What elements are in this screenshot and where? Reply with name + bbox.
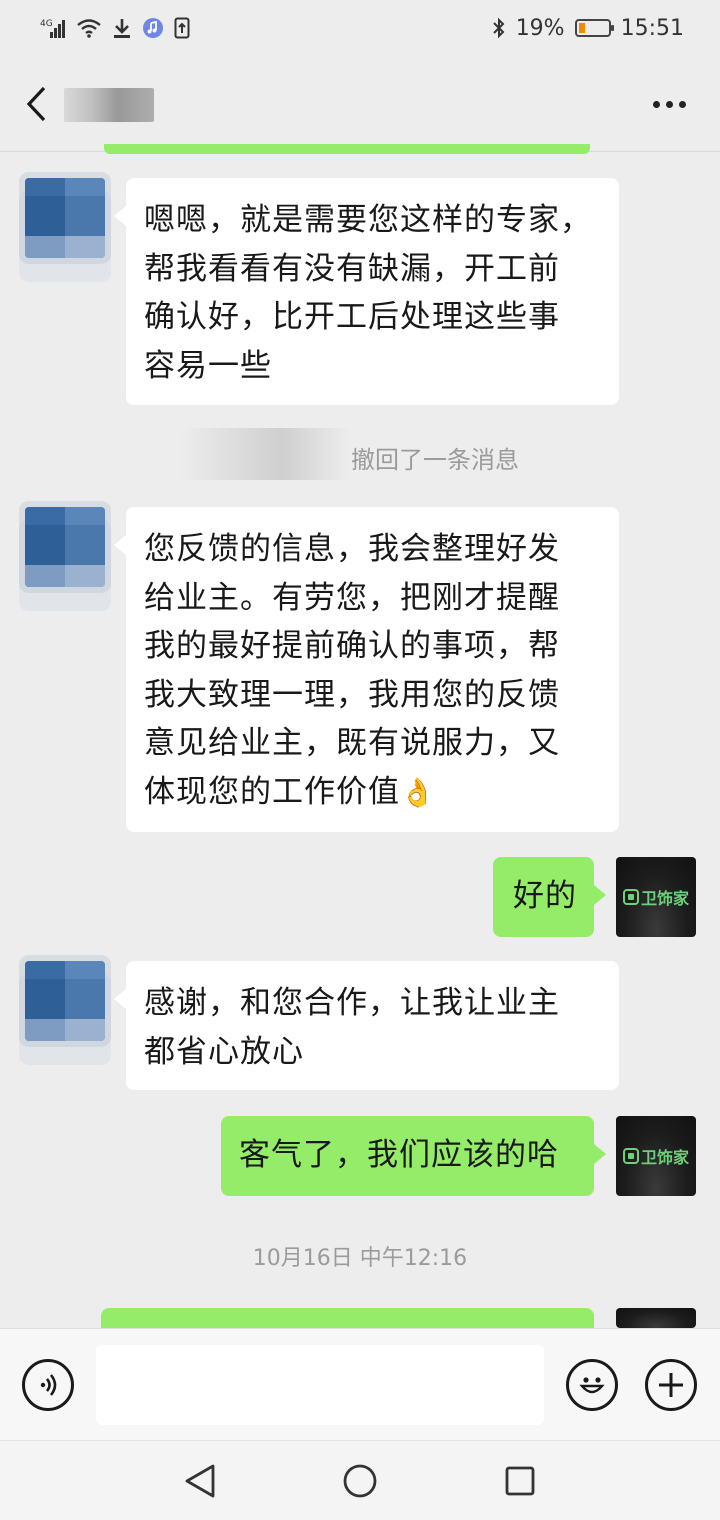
self-avatar[interactable]: 卫饰家	[616, 857, 696, 937]
home-circle-icon	[343, 1464, 377, 1498]
timestamp: 10月16日 中午12:16	[252, 1246, 468, 1271]
recall-notice-text: 撤回了一条消息	[351, 446, 519, 474]
battery-percent: 19%	[515, 15, 565, 41]
contact-avatar[interactable]	[25, 507, 105, 587]
nav-home-button[interactable]	[340, 1461, 380, 1501]
logo-icon	[622, 1148, 639, 1164]
back-button[interactable]	[24, 74, 64, 134]
voice-icon	[40, 1374, 57, 1396]
self-avatar[interactable]: 卫饰家	[616, 1116, 696, 1196]
message-input[interactable]	[96, 1345, 544, 1425]
logo-icon	[622, 889, 639, 905]
status-left: 4G	[40, 17, 190, 39]
self-avatar-logo-text: 卫饰家	[640, 1148, 689, 1167]
voice-button[interactable]	[22, 1359, 74, 1411]
plus-button[interactable]	[645, 1359, 697, 1411]
contact-name-blurred	[64, 88, 154, 122]
more-dots-icon	[652, 100, 660, 108]
plus-icon	[659, 1373, 683, 1397]
message-text: 您反馈的信息，我会整理好发 给业主。有劳您，把刚才提醒 我的最好提前确认的事项，…	[144, 531, 560, 810]
chat-header	[0, 56, 720, 152]
self-avatar-logo-text: 卫饰家	[640, 889, 689, 908]
message-bubble-self[interactable]: 客气了，我们应该的哈	[221, 1116, 606, 1196]
recall-notice: 撤回了一条消息	[0, 440, 720, 475]
status-bar: 4G 19% 15:51	[0, 0, 720, 56]
input-bar	[0, 1328, 720, 1440]
ok-hand-emoji: 👌	[400, 775, 436, 809]
recent-square-icon	[505, 1466, 535, 1496]
nav-recent-button[interactable]	[500, 1461, 540, 1501]
message-bubble-self-partial[interactable]	[101, 1308, 606, 1356]
system-nav-bar	[0, 1440, 720, 1520]
self-avatar-partial[interactable]	[616, 1308, 696, 1328]
wifi-icon	[76, 18, 102, 38]
music-icon	[142, 17, 164, 39]
nav-back-button[interactable]	[180, 1461, 220, 1501]
message-text: 客气了，我们应该的哈	[239, 1137, 559, 1173]
previous-self-bubble[interactable]	[104, 144, 590, 154]
message-bubble-self[interactable]: 好的	[493, 857, 606, 937]
message-text: 好的	[513, 878, 577, 914]
emoji-button[interactable]	[566, 1359, 618, 1411]
message-bubble-other[interactable]: 嗯嗯，就是需要您这样的专家， 帮我看看有没有缺漏，开工前 确认好，比开工后处理这…	[114, 178, 619, 405]
message-bubble-other[interactable]: 您反馈的信息，我会整理好发 给业主。有劳您，把刚才提醒 我的最好提前确认的事项，…	[114, 507, 619, 832]
more-button[interactable]	[644, 84, 694, 124]
emoji-icon	[579, 1377, 605, 1394]
back-triangle-icon	[185, 1464, 215, 1498]
message-bubble-other[interactable]: 感谢，和您合作，让我让业主 都省心放心	[114, 961, 619, 1090]
upload-icon	[174, 17, 190, 39]
download-icon	[112, 17, 132, 39]
contact-avatar[interactable]	[25, 178, 105, 258]
battery-icon	[574, 19, 614, 37]
contact-avatar[interactable]	[25, 961, 105, 1041]
message-text: 嗯嗯，就是需要您这样的专家， 帮我看看有没有缺漏，开工前 确认好，比开工后处理这…	[144, 202, 592, 384]
svg-text:4G: 4G	[40, 19, 53, 29]
chevron-left-icon	[26, 86, 46, 122]
status-right: 19% 15:51	[492, 16, 684, 41]
message-text: 感谢，和您合作，让我让业主 都省心放心	[144, 985, 560, 1070]
signal-icon: 4G	[40, 17, 66, 39]
clock: 15:51	[620, 15, 684, 41]
bluetooth-icon	[492, 17, 506, 39]
